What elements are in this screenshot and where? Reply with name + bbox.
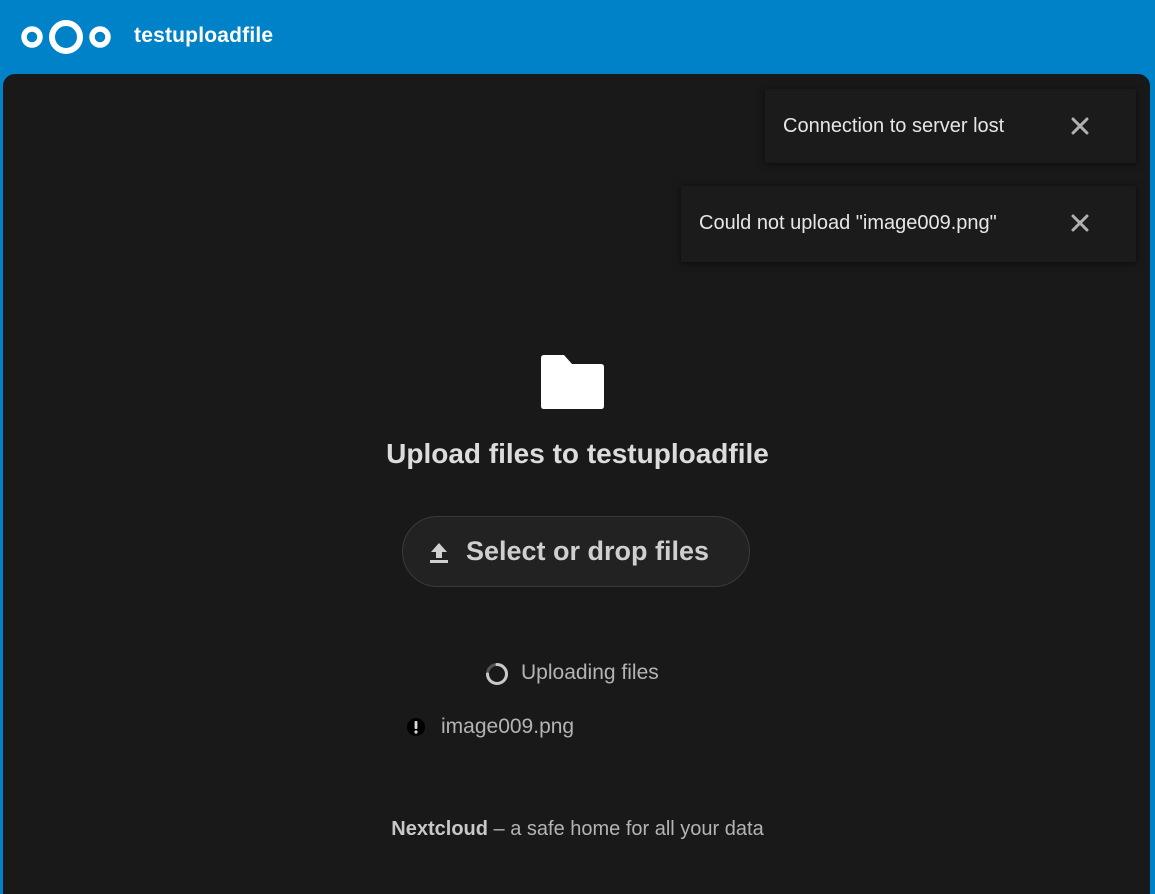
upload-icon	[430, 543, 448, 563]
loading-spinner-icon	[486, 663, 508, 685]
error-icon	[407, 718, 425, 736]
nextcloud-logo-icon[interactable]	[20, 17, 112, 57]
toast-message: Could not upload "image009.png"	[699, 212, 997, 234]
toast-message: Connection to server lost	[783, 115, 1005, 137]
upload-status-text: Uploading files	[521, 661, 659, 684]
toast-connection-lost: Connection to server lost	[765, 89, 1136, 163]
select-files-label: Select or drop files	[466, 536, 710, 566]
upload-title: Upload files to testuploadfile	[386, 438, 769, 469]
toast-upload-error: Could not upload "image009.png"	[681, 186, 1136, 262]
uploaded-file-name: image009.png	[441, 715, 575, 738]
share-title: testuploadfile	[134, 24, 274, 47]
header-bar: testuploadfile	[0, 0, 1155, 74]
close-icon[interactable]	[1069, 115, 1091, 137]
footer: Nextcloud – a safe home for all your dat…	[0, 818, 1155, 841]
footer-tagline: – a safe home for all your data	[487, 818, 764, 840]
folder-icon	[541, 355, 604, 409]
footer-brand: Nextcloud	[391, 818, 488, 840]
select-files-button[interactable]: Select or drop files	[402, 516, 750, 587]
close-icon[interactable]	[1069, 212, 1091, 234]
